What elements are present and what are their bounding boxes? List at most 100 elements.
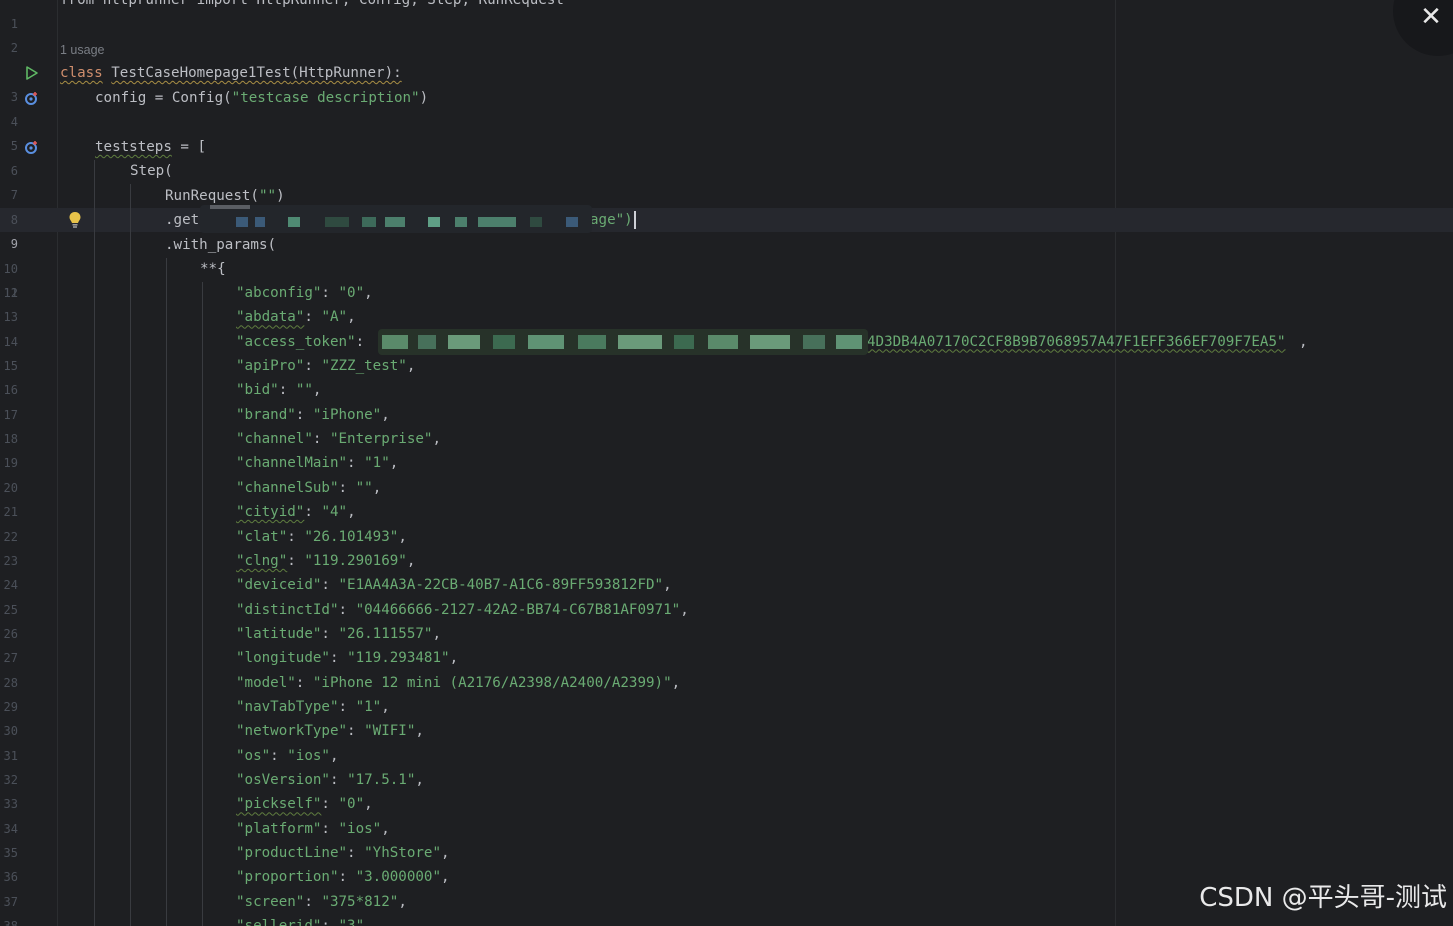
param-entry[interactable]: "cityid": "4", [236, 500, 356, 524]
param-entry[interactable]: "networkType": "WIFI", [236, 719, 424, 743]
param-key: "channelMain" [236, 455, 348, 472]
param-entry[interactable]: "abdata": "A", [236, 305, 356, 329]
param-key: "pickself" [236, 796, 322, 813]
param-line[interactable]: 27 "longitude": "119.293481", [0, 646, 1453, 670]
param-line[interactable]: 34 "platform": "ios", [0, 817, 1453, 841]
param-entry[interactable]: "productLine": "YhStore", [236, 841, 450, 865]
param-entry[interactable]: "proportion": "3.000000", [236, 865, 450, 889]
param-entry[interactable]: "channelMain": "1", [236, 451, 398, 475]
param-entry[interactable]: "osVersion": "17.5.1", [236, 768, 424, 792]
param-entry[interactable]: "navTabType": "1", [236, 695, 390, 719]
code-line[interactable]: 6 teststeps = [ [0, 135, 1453, 178]
param-entry[interactable]: "deviceid": "E1AA4A3A-22CB-40B7-A1C6-89F… [236, 573, 672, 597]
line-number: 19 [3, 456, 18, 471]
param-colon: : [321, 577, 339, 594]
get-url-tail[interactable]: age") [590, 208, 636, 232]
param-comma: , [406, 358, 416, 375]
code-line[interactable]: 4 config = Config("testcase description"… [0, 86, 1453, 129]
param-line[interactable]: 18 "channel": "Enterprise", [0, 427, 1453, 451]
param-entry[interactable]: "distinctId": "04466666-2127-42A2-BB74-C… [236, 598, 689, 622]
param-entry[interactable]: "sellerid": "3", [236, 914, 373, 926]
param-colon: : [295, 406, 313, 423]
with-params-call[interactable]: .with_params( [165, 233, 276, 257]
param-entry[interactable]: "screen": "375*812", [236, 890, 407, 914]
param-line[interactable]: 31 "os": "ios", [0, 744, 1453, 768]
teststeps-line[interactable]: teststeps = [ [95, 135, 206, 159]
line-number: 37 [3, 894, 18, 909]
code-line[interactable]: 10 .with_params( [0, 233, 1453, 276]
code-editor[interactable]: 1 from httprunner import HttpRunner, Con… [0, 0, 1453, 926]
param-line[interactable]: 22 "clat": "26.101493", [0, 525, 1453, 549]
code-line[interactable]: 5 [0, 110, 1453, 153]
runrequest-close: ) [276, 188, 285, 204]
param-value: "ZZZ_test" [321, 358, 407, 375]
lightbulb-icon[interactable] [67, 211, 83, 229]
kwargs-unpack[interactable]: **{ [200, 257, 226, 281]
param-line[interactable]: 19 "channelMain": "1", [0, 451, 1453, 475]
code-line[interactable]: 11 **{ [0, 257, 1453, 300]
param-entry[interactable]: "bid": "", [236, 378, 321, 402]
param-entry[interactable]: "apiPro": "ZZZ_test", [236, 354, 415, 378]
line-number: 17 [3, 407, 18, 422]
param-line[interactable]: 28 "model": "iPhone 12 mini (A2176/A2398/… [0, 671, 1453, 695]
param-colon: : [312, 431, 330, 448]
param-comma: , [347, 504, 356, 521]
override-icon[interactable] [24, 139, 40, 155]
usage-hint[interactable]: 1 usage [60, 40, 104, 60]
override-icon[interactable] [24, 90, 40, 106]
param-entry[interactable]: "model": "iPhone 12 mini (A2176/A2398/A2… [236, 671, 680, 695]
param-entry[interactable]: "os": "ios", [236, 744, 339, 768]
param-comma: , [398, 528, 407, 545]
param-entry[interactable]: "abconfig": "0", [236, 281, 373, 305]
import-statement[interactable]: from httprunner import HttpRunner, Confi… [60, 0, 564, 12]
step-call[interactable]: Step( [130, 159, 173, 183]
close-icon[interactable]: ✕ [1418, 4, 1444, 30]
param-key: "longitude" [236, 650, 330, 667]
param-line[interactable]: 30 "networkType": "WIFI", [0, 719, 1453, 743]
param-line[interactable]: 33 "pickself": "0", [0, 792, 1453, 816]
line-number: 13 [3, 310, 18, 325]
param-line[interactable]: 16 "bid": "", [0, 378, 1453, 402]
run-icon[interactable] [24, 65, 40, 81]
param-entry[interactable]: "latitude": "26.111557", [236, 622, 441, 646]
param-line[interactable]: 15 "apiPro": "ZZZ_test", [0, 354, 1453, 378]
param-line[interactable]: 24 "deviceid": "E1AA4A3A-22CB-40B7-A1C6-8… [0, 573, 1453, 597]
param-line[interactable]: 25 "distinctId": "04466666-2127-42A2-BB74… [0, 598, 1453, 622]
param-line[interactable]: 32 "osVersion": "17.5.1", [0, 768, 1453, 792]
param-colon: : [329, 650, 348, 667]
line-number: 22 [3, 529, 18, 544]
param-comma: , [663, 577, 672, 594]
param-entry[interactable]: "channel": "Enterprise", [236, 427, 441, 451]
param-entry[interactable]: "clng": "119.290169", [236, 549, 415, 573]
param-entry[interactable]: "platform": "ios", [236, 817, 390, 841]
param-entry[interactable]: "clat": "26.101493", [236, 525, 407, 549]
param-line[interactable]: 12 "abconfig": "0", [0, 281, 1453, 305]
param-key: "clat" [236, 528, 288, 545]
param-line[interactable]: 17 "brand": "iPhone", [0, 403, 1453, 427]
param-entry[interactable]: "channelSub": "", [236, 476, 381, 500]
param-line[interactable]: 26 "latitude": "26.111557", [0, 622, 1453, 646]
code-line[interactable]: 1 from httprunner import HttpRunner, Con… [0, 0, 1453, 31]
config-line[interactable]: config = Config("testcase description") [95, 86, 428, 110]
code-line[interactable]: 7 Step( [0, 159, 1453, 202]
param-colon: : [321, 820, 339, 837]
param-colon: : [287, 552, 305, 569]
param-entry[interactable]: "access_token": 4D3DB4A07170C2CF8B9B7068… [236, 330, 1308, 354]
param-entry[interactable]: "pickself": "0", [236, 792, 373, 816]
param-line[interactable]: 13 "abdata": "A", [0, 305, 1453, 329]
param-line[interactable]: 20 "channelSub": "", [0, 476, 1453, 500]
param-value: "" [355, 479, 373, 496]
param-entry[interactable]: "longitude": "119.293481", [236, 646, 458, 670]
class-declaration[interactable]: class TestCaseHomepage1Test(HttpRunner): [60, 61, 402, 85]
param-line[interactable]: 35 "productLine": "YhStore", [0, 841, 1453, 865]
param-entry[interactable]: "brand": "iPhone", [236, 403, 390, 427]
param-value: "119.293481" [347, 650, 450, 667]
param-value: "04466666-2127-42A2-BB74-C67B81AF0971" [355, 601, 681, 618]
code-line[interactable]: 3 class TestCaseHomepage1Test(HttpRunner… [0, 61, 1453, 104]
code-line[interactable]: 2 [0, 12, 1453, 55]
param-line[interactable]: 21 "cityid": "4", [0, 500, 1453, 524]
param-line[interactable]: 29 "navTabType": "1", [0, 695, 1453, 719]
runrequest-name: RunRequest( [165, 188, 259, 204]
param-line[interactable]: 23 "clng": "119.290169", [0, 549, 1453, 573]
param-key: "brand" [236, 406, 296, 423]
